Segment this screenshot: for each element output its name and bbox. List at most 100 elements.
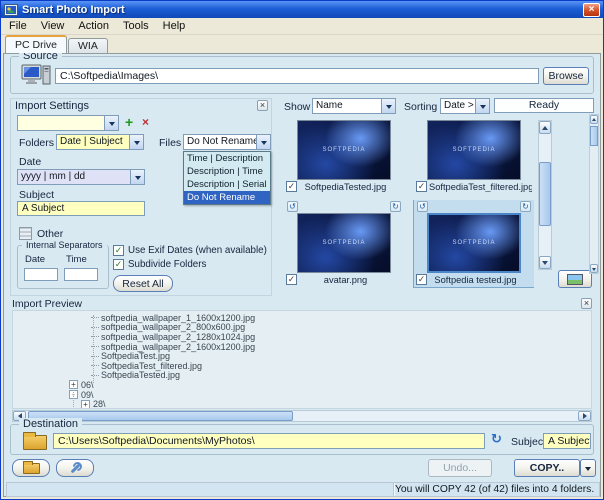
scroll-down-icon[interactable] — [539, 256, 551, 269]
refresh-icon[interactable]: ↻ — [491, 431, 502, 447]
preview-horizontal-scrollbar[interactable] — [12, 410, 592, 422]
rotate-cw-icon[interactable]: ↻ — [390, 201, 401, 212]
remove-subject-icon[interactable]: × — [142, 116, 149, 128]
folders-label: Folders — [19, 137, 54, 149]
use-exif-label: Use Exif Dates (when available) — [128, 245, 267, 256]
files-option-time-description[interactable]: Time | Description — [184, 152, 270, 165]
scroll-right-icon[interactable] — [578, 411, 591, 421]
dropdown-arrow-icon[interactable] — [381, 99, 395, 113]
subject-list-combo[interactable] — [17, 115, 119, 131]
tree-item[interactable]: SoftpediaTested.jpg — [13, 371, 591, 381]
menu-action[interactable]: Action — [71, 19, 116, 33]
show-combo[interactable]: Name — [312, 98, 396, 114]
scrollbar-thumb[interactable] — [539, 162, 551, 226]
photo-tool-button[interactable] — [558, 270, 592, 288]
separator-time-field[interactable] — [64, 268, 98, 281]
files-combo[interactable]: Do Not Rename — [183, 134, 271, 150]
dropdown-arrow-icon[interactable] — [130, 170, 144, 184]
tree-expander[interactable]: + — [81, 400, 90, 409]
thumbnail-row: ↺ ↻ SOFTPEDIA ✓ SoftpediaTested.jpg ↺ ↻ — [284, 120, 534, 194]
tree-item-folder[interactable]: +06\ — [13, 380, 591, 390]
thumbnail-cell[interactable]: ↺ ↻ SOFTPEDIA ✓ SoftpediaTest_filtered.j… — [414, 120, 534, 194]
select-checkbox[interactable]: ✓ — [416, 181, 427, 192]
menu-help[interactable]: Help — [156, 19, 193, 33]
thumbnail-vertical-scrollbar[interactable] — [538, 120, 552, 270]
scrollbar-track[interactable] — [539, 134, 551, 256]
thumbnail-image[interactable]: SOFTPEDIA — [427, 213, 521, 273]
close-button[interactable]: × — [583, 3, 600, 17]
destination-subject-field[interactable]: A Subject — [543, 433, 591, 449]
menu-view[interactable]: View — [34, 19, 72, 33]
tab-pc-drive[interactable]: PC Drive — [5, 35, 67, 53]
tree-item[interactable]: softpedia_wallpaper_2_1280x1024.jpg — [13, 332, 591, 342]
add-subject-icon[interactable]: + — [125, 115, 133, 129]
scrollbar-track[interactable] — [590, 124, 598, 264]
select-checkbox[interactable]: ✓ — [286, 181, 297, 192]
thumbnail-cell[interactable]: ↺ ↻ SOFTPEDIA ✓ SoftpediaTested.jpg — [284, 120, 404, 194]
dropdown-arrow-icon[interactable] — [104, 116, 118, 130]
dropdown-arrow-icon[interactable] — [475, 99, 489, 113]
right-scrollbar[interactable] — [589, 114, 599, 274]
destination-path-field[interactable]: C:\Users\Softpedia\Documents\MyPhotos\ — [53, 433, 485, 449]
thumbnail-image[interactable]: SOFTPEDIA — [297, 213, 391, 273]
thumbnail-cell-selected[interactable]: ↺ ↻ SOFTPEDIA ✓ Softpedia tested.jpg — [414, 200, 534, 287]
tab-wia[interactable]: WIA — [68, 38, 108, 53]
files-option-description-time[interactable]: Description | Time — [184, 165, 270, 178]
thumbnail-cell[interactable]: ↺ ↻ SOFTPEDIA ✓ avatar.png — [284, 200, 404, 287]
import-preview-label: Import Preview — [12, 298, 581, 309]
sorting-combo[interactable]: Date > — [440, 98, 490, 114]
tree-item-text: 28\ — [93, 399, 106, 409]
rotate-ccw-icon[interactable]: ↺ — [417, 201, 428, 212]
titlebar[interactable]: Smart Photo Import × — [1, 1, 603, 18]
browse-button[interactable]: Browse — [543, 67, 589, 85]
rotate-ccw-icon[interactable]: ↺ — [287, 201, 298, 212]
tree-item[interactable]: softpedia_wallpaper_2_800x600.jpg — [13, 323, 591, 333]
subject-field[interactable]: A Subject — [17, 201, 145, 216]
thumbnail-filename: SoftpediaTested.jpg — [299, 182, 402, 192]
subdivide-folders-checkbox[interactable]: ✓ Subdivide Folders — [113, 259, 206, 270]
tree-guide-line — [73, 385, 74, 407]
thumbnail-image[interactable]: SOFTPEDIA — [427, 120, 521, 180]
separator-date-field[interactable] — [24, 268, 58, 281]
tree-item[interactable]: SoftpediaTest.jpg — [13, 351, 591, 361]
thumbnail-filename: avatar.png — [299, 275, 402, 285]
select-checkbox[interactable]: ✓ — [416, 274, 427, 285]
files-option-description-serial[interactable]: Description | Serial — [184, 178, 270, 191]
dropdown-arrow-icon[interactable] — [256, 135, 270, 149]
date-format-combo[interactable]: yyyy | mm | dd — [17, 169, 145, 185]
menu-file[interactable]: File — [2, 19, 34, 33]
internal-separators-label: Internal Separators — [22, 240, 107, 250]
menu-tools[interactable]: Tools — [116, 19, 156, 33]
files-option-do-not-rename[interactable]: Do Not Rename — [184, 191, 270, 204]
watermark-text: SOFTPEDIA — [322, 240, 365, 246]
scrollbar-thumb[interactable] — [590, 126, 598, 146]
folders-combo[interactable]: Date | Subject — [56, 134, 144, 150]
other-icon[interactable] — [19, 227, 32, 240]
scroll-down-icon[interactable] — [590, 264, 598, 273]
tree-item[interactable]: softpedia_wallpaper_2_1600x1200.jpg — [13, 342, 591, 352]
reset-all-button[interactable]: Reset All — [113, 275, 173, 292]
select-checkbox[interactable]: ✓ — [286, 274, 297, 285]
rotate-cw-icon[interactable]: ↻ — [520, 201, 531, 212]
scroll-up-icon[interactable] — [590, 115, 598, 124]
preview-close-icon[interactable]: × — [581, 298, 592, 309]
scrollbar-track[interactable] — [26, 411, 578, 421]
undo-button[interactable]: Undo... — [428, 459, 492, 477]
check-icon: ✓ — [115, 260, 123, 269]
settings-close-icon[interactable]: × — [257, 100, 268, 111]
use-exif-checkbox[interactable]: ✓ Use Exif Dates (when available) — [113, 245, 267, 256]
scroll-up-icon[interactable] — [539, 121, 551, 134]
tree-item-folder[interactable]: +28\ — [13, 399, 591, 409]
dropdown-arrow-icon[interactable] — [129, 135, 143, 149]
source-path-field[interactable]: C:\Softpedia\Images\ — [55, 68, 539, 84]
preview-tree: softpedia_wallpaper_1_1600x1200.jpg soft… — [12, 310, 592, 409]
open-folder-button[interactable] — [12, 459, 50, 477]
tools-button[interactable] — [56, 459, 94, 477]
tree-item[interactable]: softpedia_wallpaper_1_1600x1200.jpg — [13, 313, 591, 323]
thumbnail-image[interactable]: SOFTPEDIA — [297, 120, 391, 180]
copy-options-arrow-button[interactable] — [580, 459, 596, 477]
tree-item-folder[interactable]: -09\ — [13, 390, 591, 400]
thumbnail-caption: ✓ SoftpediaTested.jpg — [284, 180, 404, 193]
tree-item[interactable]: SoftpediaTest_filtered.jpg — [13, 361, 591, 371]
copy-button[interactable]: COPY.. — [514, 459, 580, 477]
